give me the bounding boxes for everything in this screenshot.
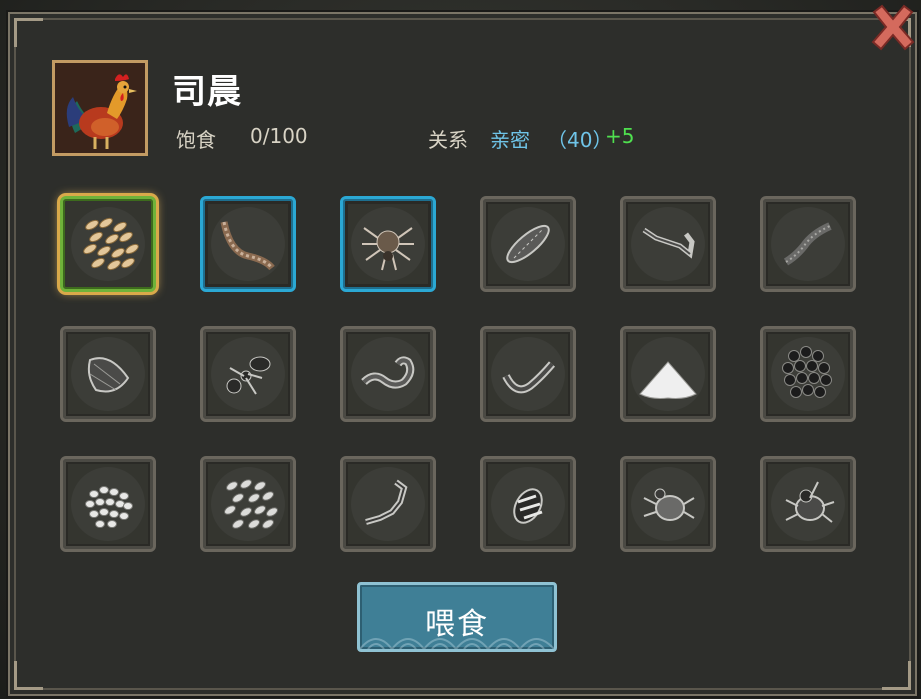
food-slot[interactable]: [60, 456, 156, 552]
close-button[interactable]: [866, 2, 920, 56]
ant-icon: [226, 356, 271, 395]
food-slot[interactable]: [480, 326, 576, 422]
satiety-value: 0/100: [250, 124, 308, 148]
relation-bonus: +5: [605, 124, 635, 148]
food-slot[interactable]: [200, 326, 296, 422]
tick-icon: [643, 488, 695, 521]
food-slot[interactable]: [480, 456, 576, 552]
white-grain-icon: [224, 479, 278, 529]
food-slot[interactable]: [200, 196, 296, 292]
satiety-label: 饱食: [176, 128, 216, 152]
panel-corner-ornament: [14, 661, 43, 690]
millipede-icon: [783, 222, 832, 266]
food-slot[interactable]: [760, 326, 856, 422]
feed-button[interactable]: 喂食: [357, 582, 557, 652]
rice-icon: [85, 486, 133, 528]
cicada-icon: [87, 357, 130, 393]
salt-pile-icon: [639, 361, 697, 399]
panel-corner-ornament: [14, 18, 43, 47]
food-slot[interactable]: [60, 196, 156, 292]
panel-corner-ornament: [882, 661, 911, 690]
grain-icon: [83, 217, 139, 271]
food-slot[interactable]: [340, 326, 436, 422]
spider-icon: [362, 227, 414, 271]
feed-button-label: 喂食: [425, 607, 489, 642]
black-beans-icon: [782, 346, 832, 398]
food-slot[interactable]: [340, 456, 436, 552]
pet-portrait: [52, 60, 148, 156]
food-slot[interactable]: [620, 456, 716, 552]
beetle-icon: [785, 481, 835, 523]
close-icon: [871, 4, 915, 51]
food-slot[interactable]: [760, 196, 856, 292]
centipede-icon: [220, 221, 275, 271]
food-slot[interactable]: [620, 196, 716, 292]
food-slot[interactable]: [480, 196, 576, 292]
relation-level: 亲密: [490, 128, 530, 152]
relation-label: 关系: [428, 128, 468, 152]
food-slot[interactable]: [620, 326, 716, 422]
woodlouse-icon: [506, 224, 550, 264]
worm-icon: [361, 356, 415, 389]
salamander-icon: [502, 361, 556, 394]
food-slot[interactable]: [60, 326, 156, 422]
food-slot[interactable]: [200, 456, 296, 552]
pet-name: 司晨: [172, 72, 242, 112]
scorpion-dark-icon: [642, 227, 695, 259]
food-slot[interactable]: [340, 196, 436, 292]
rooster-icon: [55, 63, 145, 153]
food-slot[interactable]: [760, 456, 856, 552]
relation-points: （40）: [547, 128, 613, 152]
scorpion-icon: [365, 479, 408, 525]
bee-icon: [513, 488, 543, 524]
